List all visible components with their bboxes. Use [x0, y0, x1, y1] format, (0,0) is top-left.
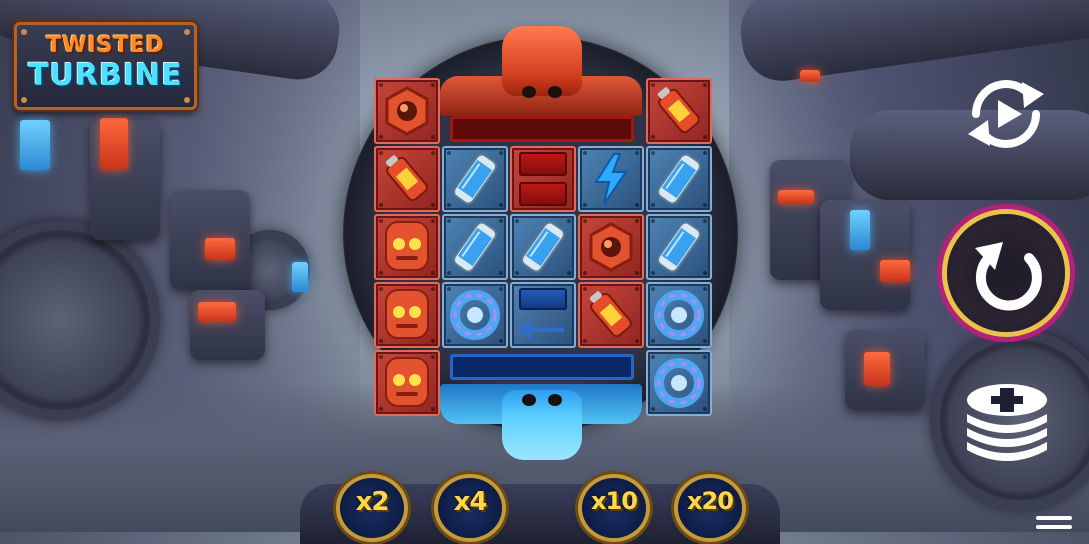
multiplier-x4: x4: [438, 478, 502, 538]
reel-cell-canister-blue: [510, 214, 576, 280]
machine-screen: [800, 70, 820, 82]
reel-cell-lightning-blue: [578, 146, 644, 212]
logo-title-twisted: TWISTED: [46, 33, 165, 58]
multiplier-label: x10: [591, 487, 638, 515]
canister-blue-icon: [657, 221, 701, 273]
coin-stack-plus-icon: [967, 384, 1047, 461]
hex-nut-red-icon: [589, 222, 633, 272]
robot-red-icon: [385, 357, 429, 407]
hex-nut-red-icon: [385, 86, 429, 136]
logo-title-turbine: TURBINE: [28, 58, 183, 93]
multiplier-x10: x10: [582, 478, 646, 538]
reel-cell-battery-red: [646, 78, 712, 144]
hamburger-menu-icon: [1036, 516, 1072, 529]
canister-blue-icon: [453, 221, 497, 273]
machine-screen-blue: [850, 210, 870, 250]
red-slot-light: [519, 152, 567, 176]
reel-cell-robot-red: [374, 214, 440, 280]
red-robot-head: [502, 26, 582, 98]
battery-red-icon: [657, 87, 700, 134]
machine-left-3: [190, 290, 265, 360]
multiplier-label: x2: [355, 487, 390, 517]
menu-button[interactable]: [1036, 514, 1072, 532]
reel-cell-gear-blue: [646, 282, 712, 348]
reel-cell-hex-nut-red: [578, 214, 644, 280]
machine-screen: [205, 238, 235, 260]
machine-screen: [778, 190, 814, 204]
spin-button[interactable]: [947, 214, 1065, 332]
battery-red-icon: [589, 291, 632, 338]
reel-cell-gear-blue: [442, 282, 508, 348]
gear-blue-icon: [654, 290, 704, 340]
reel-cell-gear-blue: [646, 350, 712, 416]
lightning-blue-icon: [594, 153, 628, 205]
reel-cell-robot-red: [374, 282, 440, 348]
reel-cell-slot-red: [510, 146, 576, 212]
multiplier-x2: x2: [340, 478, 404, 538]
machine-screen-blue: [292, 262, 308, 292]
reel-cell-hex-nut-red: [374, 78, 440, 144]
reel-cell-canister-blue: [442, 214, 508, 280]
multiplier-x20: x20: [678, 478, 742, 538]
red-slot-light: [519, 182, 567, 206]
canister-blue-icon: [453, 153, 497, 205]
canister-blue-icon: [657, 153, 701, 205]
machine-screen-blue: [20, 120, 50, 170]
reel-cell-battery-red: [578, 282, 644, 348]
machine-screen: [880, 260, 910, 282]
blue-robot-meter: [450, 354, 634, 380]
spin-icon: [975, 242, 1042, 311]
reel-cell-canister-blue: [442, 146, 508, 212]
multiplier-label: x20: [687, 487, 734, 515]
robot-red-icon: [385, 289, 429, 339]
gear-blue-icon: [450, 290, 500, 340]
robot-red-icon: [385, 221, 429, 271]
machine-screen: [198, 302, 236, 322]
red-robot-meter: [450, 116, 634, 142]
reel-cell-battery-red: [374, 146, 440, 212]
autoplay-icon: [968, 80, 1044, 148]
arrow-left-icon: [518, 320, 564, 340]
gear-blue-icon: [654, 358, 704, 408]
reel-cell-robot-red: [374, 350, 440, 416]
machine-screen: [100, 118, 128, 170]
bet-button[interactable]: [962, 380, 1052, 466]
reel-cell-canister-blue: [646, 214, 712, 280]
canister-blue-icon: [521, 221, 565, 273]
autoplay-button[interactable]: [956, 64, 1056, 164]
reel-cell-canister-blue: [646, 146, 712, 212]
reel-cell-arrow-left: [510, 282, 576, 348]
battery-red-icon: [385, 155, 428, 202]
multiplier-label: x4: [453, 487, 488, 517]
game-logo: TWISTED TURBINE: [14, 22, 197, 110]
blue-robot-head: [502, 390, 582, 460]
machine-screen: [864, 352, 890, 386]
